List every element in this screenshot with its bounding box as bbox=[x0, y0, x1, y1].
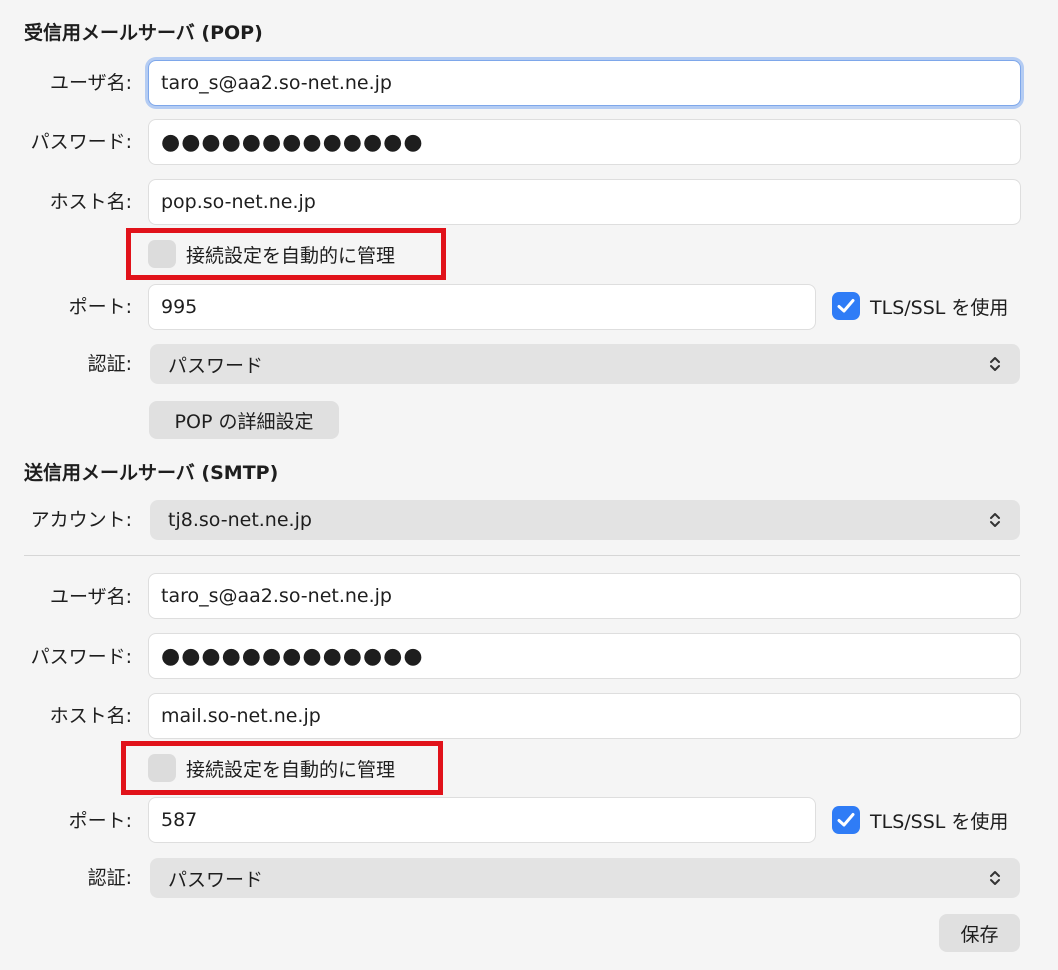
outgoing-host-input[interactable] bbox=[148, 693, 1021, 739]
incoming-password-input[interactable] bbox=[148, 119, 1021, 165]
incoming-port-input[interactable] bbox=[148, 284, 816, 330]
chevron-up-down-icon bbox=[988, 510, 1002, 530]
incoming-port-label: ポート: bbox=[68, 296, 132, 318]
outgoing-section-title: 送信用メールサーバ (SMTP) bbox=[24, 462, 279, 484]
incoming-auto-manage-checkbox[interactable] bbox=[148, 240, 176, 268]
incoming-password-label: パスワード: bbox=[30, 131, 132, 153]
outgoing-tls-label: TLS/SSL を使用 bbox=[870, 810, 1009, 833]
incoming-auto-manage-label: 接続設定を自動的に管理 bbox=[186, 244, 396, 267]
outgoing-account-select[interactable]: tj8.so-net.ne.jp bbox=[150, 500, 1020, 540]
checkmark-icon bbox=[837, 299, 855, 313]
incoming-tls-checkbox[interactable] bbox=[832, 292, 860, 320]
outgoing-password-input[interactable] bbox=[148, 633, 1021, 679]
incoming-section-title: 受信用メールサーバ (POP) bbox=[24, 22, 263, 44]
chevron-up-down-icon bbox=[988, 868, 1002, 888]
mail-server-settings: 受信用メールサーバ (POP) ユーザ名: パスワード: ホスト名: 接続設定を… bbox=[0, 0, 1058, 970]
incoming-auth-select[interactable]: パスワード bbox=[150, 344, 1020, 384]
incoming-auth-label: 認証: bbox=[87, 353, 132, 375]
incoming-host-label: ホスト名: bbox=[49, 191, 132, 213]
outgoing-account-label: アカウント: bbox=[30, 509, 132, 531]
outgoing-tls-row[interactable]: TLS/SSL を使用 bbox=[832, 806, 1008, 834]
pop-advanced-settings-button[interactable]: POP の詳細設定 bbox=[149, 401, 339, 439]
incoming-host-input[interactable] bbox=[148, 179, 1021, 225]
chevron-up-down-icon bbox=[988, 354, 1002, 374]
outgoing-tls-checkbox[interactable] bbox=[832, 806, 860, 834]
incoming-username-input[interactable] bbox=[148, 60, 1021, 106]
section-divider bbox=[24, 555, 1020, 556]
outgoing-auth-label: 認証: bbox=[87, 867, 132, 889]
outgoing-host-label: ホスト名: bbox=[49, 705, 132, 727]
outgoing-auto-manage-label: 接続設定を自動的に管理 bbox=[186, 758, 396, 781]
outgoing-port-input[interactable] bbox=[148, 797, 816, 843]
incoming-username-label: ユーザ名: bbox=[49, 72, 132, 94]
incoming-auth-value: パスワード bbox=[168, 354, 264, 377]
incoming-tls-label: TLS/SSL を使用 bbox=[870, 296, 1009, 319]
checkmark-icon bbox=[837, 813, 855, 827]
incoming-tls-row[interactable]: TLS/SSL を使用 bbox=[832, 292, 1008, 320]
outgoing-auth-select[interactable]: パスワード bbox=[150, 858, 1020, 898]
outgoing-auto-manage-row[interactable]: 接続設定を自動的に管理 bbox=[148, 754, 395, 782]
outgoing-username-input[interactable] bbox=[148, 573, 1021, 619]
incoming-auto-manage-row[interactable]: 接続設定を自動的に管理 bbox=[148, 240, 395, 268]
outgoing-password-label: パスワード: bbox=[30, 646, 132, 668]
outgoing-account-value: tj8.so-net.ne.jp bbox=[168, 509, 312, 531]
outgoing-username-label: ユーザ名: bbox=[49, 586, 132, 608]
outgoing-port-label: ポート: bbox=[68, 810, 132, 832]
outgoing-auto-manage-checkbox[interactable] bbox=[148, 754, 176, 782]
save-button[interactable]: 保存 bbox=[939, 914, 1020, 952]
outgoing-auth-value: パスワード bbox=[168, 868, 264, 891]
